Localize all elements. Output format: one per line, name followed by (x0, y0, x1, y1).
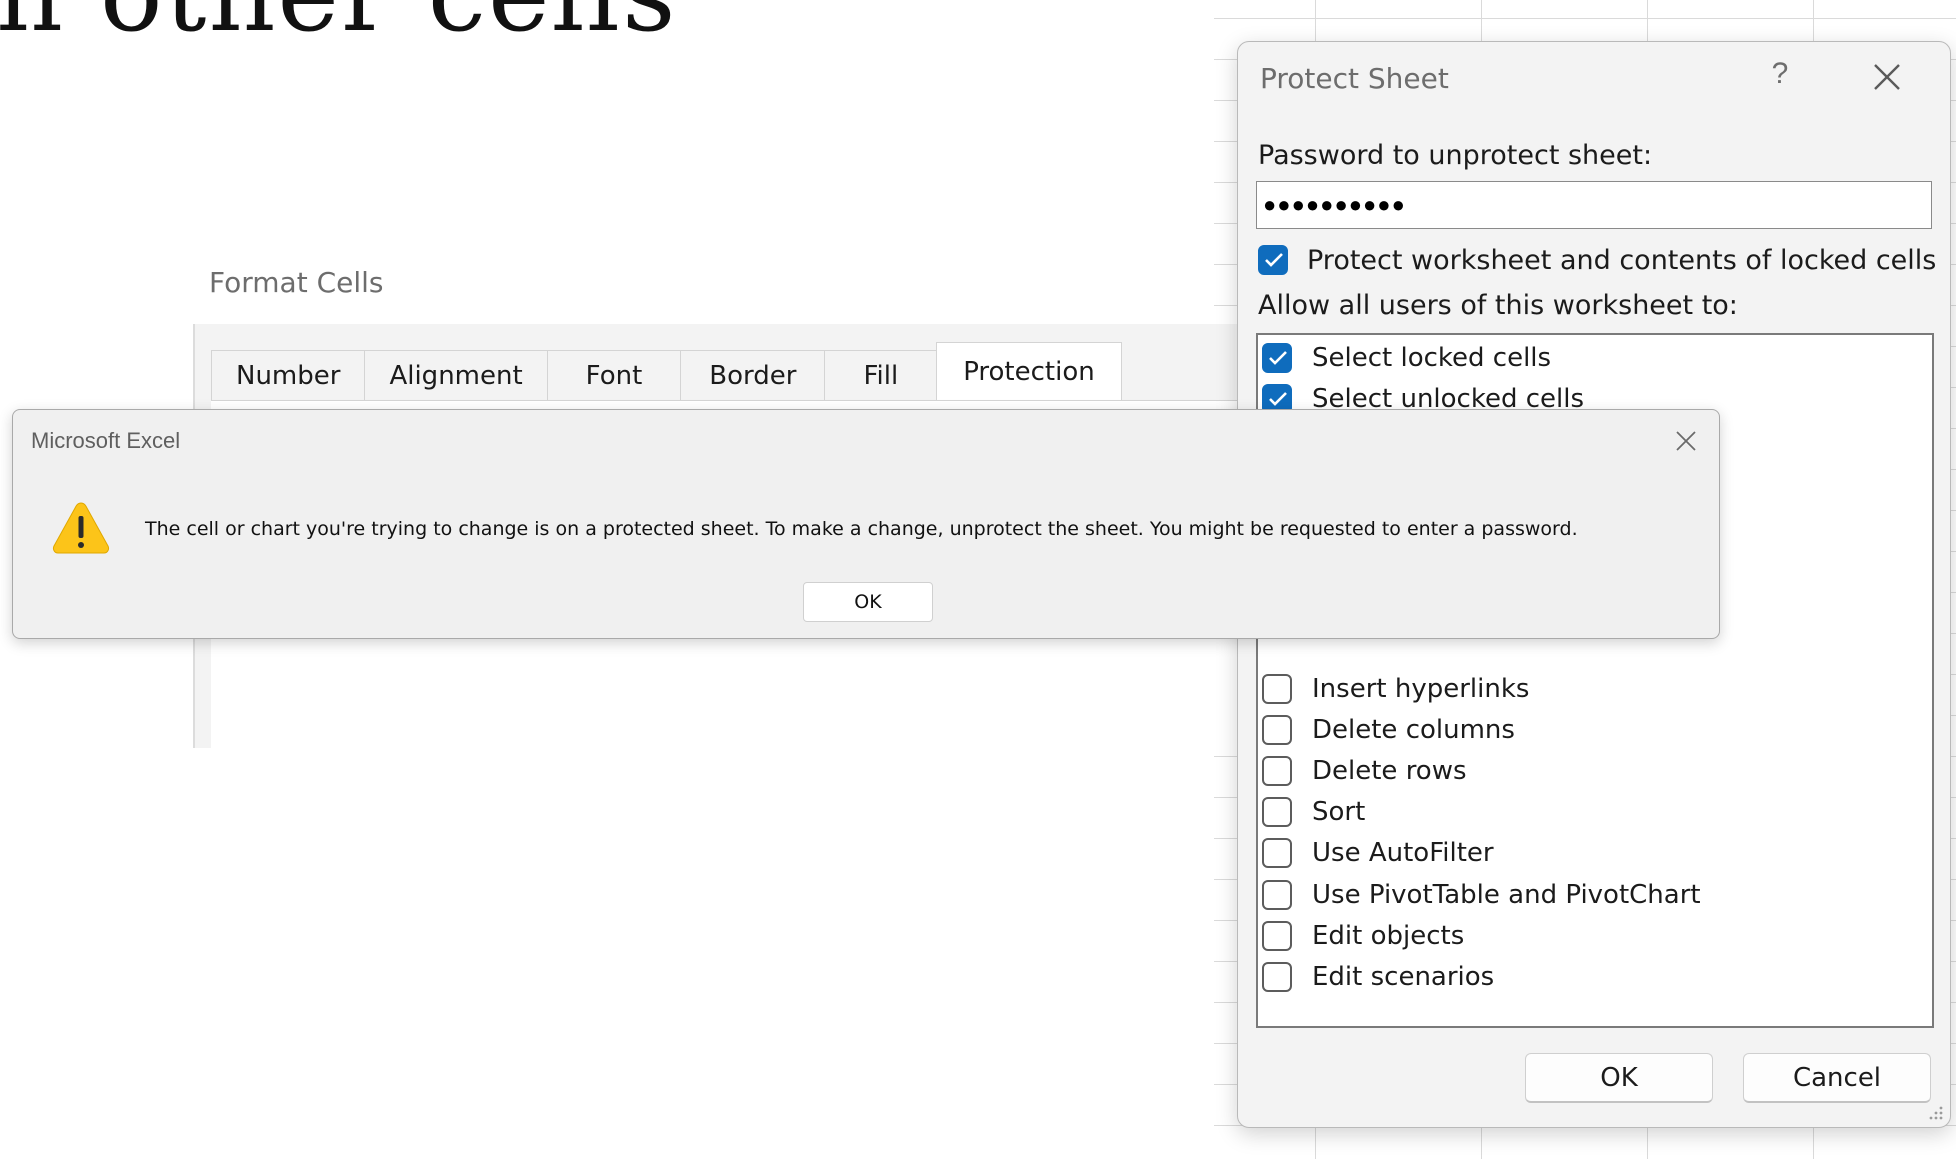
delete-columns-checkbox[interactable] (1262, 715, 1292, 745)
tab-font[interactable]: Font (546, 350, 682, 400)
permission-label: Delete rows (1312, 756, 1467, 786)
alert-close-button[interactable] (1673, 428, 1699, 454)
close-icon (1874, 64, 1900, 90)
permission-label: Use PivotTable and PivotChart (1312, 880, 1701, 910)
close-button[interactable] (1870, 60, 1904, 94)
list-item[interactable]: Delete columns (1262, 713, 1922, 749)
use-autofilter-checkbox[interactable] (1262, 838, 1292, 868)
background-heading: n other cells (0, 0, 677, 46)
list-item[interactable]: Sort (1262, 795, 1922, 831)
close-icon (1676, 431, 1696, 451)
list-item[interactable]: Use PivotTable and PivotChart (1262, 878, 1922, 914)
select-locked-cells-checkbox[interactable] (1262, 343, 1292, 373)
cancel-button[interactable]: Cancel (1743, 1053, 1931, 1103)
list-item[interactable]: Select locked cells (1262, 341, 1922, 377)
tab-fill[interactable]: Fill (824, 350, 938, 400)
list-item[interactable]: Delete rows (1262, 754, 1922, 790)
format-cells-tabs: Number Alignment Font Border Fill Protec… (211, 342, 1122, 400)
permission-label: Use AutoFilter (1312, 838, 1494, 868)
tab-border[interactable]: Border (680, 350, 826, 400)
password-field[interactable]: ●●●●●●●●●● (1256, 181, 1932, 229)
tab-number[interactable]: Number (211, 350, 366, 400)
alert-ok-button[interactable]: OK (803, 582, 933, 622)
permission-label: Sort (1312, 797, 1366, 827)
insert-hyperlinks-checkbox[interactable] (1262, 674, 1292, 704)
format-cells-title: Format Cells (209, 266, 384, 299)
resize-grip-icon[interactable] (1926, 1103, 1944, 1121)
edit-scenarios-checkbox[interactable] (1262, 962, 1292, 992)
password-label: Password to unprotect sheet: (1258, 140, 1653, 171)
ok-button[interactable]: OK (1525, 1053, 1713, 1103)
permission-label: Delete columns (1312, 715, 1515, 745)
help-button[interactable]: ? (1760, 54, 1800, 94)
permission-label: Edit scenarios (1312, 962, 1495, 992)
tab-alignment[interactable]: Alignment (364, 350, 548, 400)
sort-checkbox[interactable] (1262, 797, 1292, 827)
use-pivottable-checkbox[interactable] (1262, 880, 1292, 910)
alert-message: The cell or chart you're trying to chang… (145, 518, 1578, 540)
protect-contents-checkbox[interactable] (1258, 245, 1288, 275)
alert-title: Microsoft Excel (31, 428, 181, 453)
protect-sheet-title: Protect Sheet (1260, 62, 1449, 95)
list-item[interactable]: Insert hyperlinks (1262, 672, 1922, 708)
microsoft-excel-alert: Microsoft Excel The cell or chart you're… (12, 409, 1720, 639)
list-item[interactable]: Edit scenarios (1262, 960, 1922, 996)
tab-protection[interactable]: Protection (936, 342, 1122, 400)
edit-objects-checkbox[interactable] (1262, 921, 1292, 951)
permission-label: Insert hyperlinks (1312, 674, 1530, 704)
protect-contents-label: Protect worksheet and contents of locked… (1307, 245, 1937, 276)
list-item[interactable]: Edit objects (1262, 919, 1922, 955)
screenshot-stage: n other cells Format Cells Number Alignm… (0, 0, 1956, 1159)
checkmark-icon (1265, 253, 1283, 267)
checkmark-icon (1269, 351, 1287, 365)
allow-users-label: Allow all users of this worksheet to: (1258, 290, 1738, 321)
permission-label: Edit objects (1312, 921, 1465, 951)
permission-label: Select locked cells (1312, 343, 1552, 373)
list-item[interactable]: Use AutoFilter (1262, 836, 1922, 872)
warning-icon (52, 502, 110, 554)
delete-rows-checkbox[interactable] (1262, 756, 1292, 786)
checkmark-icon (1269, 392, 1287, 406)
